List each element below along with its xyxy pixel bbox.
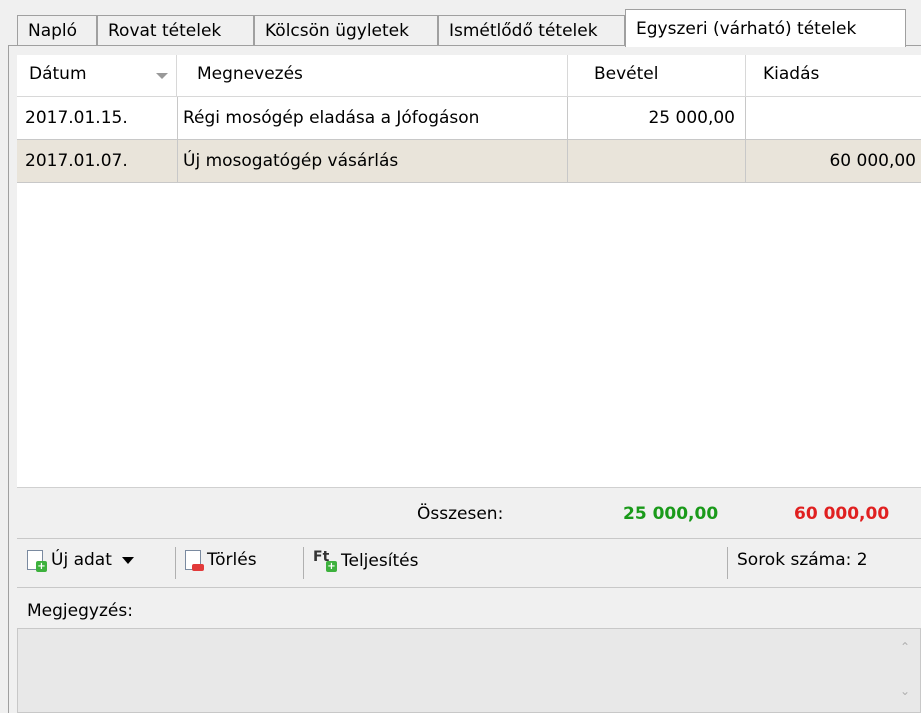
column-header-date[interactable]: Dátum [17,55,177,96]
sort-desc-icon[interactable] [156,73,168,79]
document-delete-icon [185,550,204,571]
cell-income[interactable] [568,140,746,183]
new-item-label: Új adat [51,550,112,570]
toolbar-separator [303,547,304,579]
document-add-icon: + [27,550,47,572]
new-item-button[interactable]: + Új adat [27,550,134,572]
chevron-down-icon[interactable] [121,556,134,564]
row-count-value: 2 [856,550,868,570]
tab-rovat-tetelek[interactable]: Rovat tételek [97,15,254,45]
totals-label: Összesen: [417,504,504,524]
cell-date[interactable]: 2017.01.07. [17,140,178,183]
tab-naplo[interactable]: Napló [17,15,97,45]
column-header-income[interactable]: Bevétel [568,55,746,96]
currency-add-icon: Ft + [313,549,337,572]
toolbar: + Új adat Törlés Ft + Teljesítés Sorok sz… [17,538,921,588]
table-row[interactable]: 2017.01.07. Új mosogatógép vásárlás 60 0… [17,140,921,183]
column-header-date-label: Dátum [29,64,87,84]
toolbar-separator [175,547,176,579]
note-label: Megjegyzés: [27,601,133,621]
scroll-up-icon[interactable]: ⌃ [900,641,912,653]
row-count: Sorok száma: 2 [737,550,868,570]
note-textarea[interactable]: ⌃ ⌄ [17,628,921,713]
cell-expense[interactable] [746,97,921,140]
totals-row: Összesen: 25 000,00 60 000,00 [17,488,921,538]
delete-button[interactable]: Törlés [185,550,257,571]
table-row[interactable]: 2017.01.15. Régi mosógép eladása a Jófog… [17,97,921,140]
cell-expense[interactable]: 60 000,00 [746,140,921,183]
cell-income[interactable]: 25 000,00 [568,97,746,140]
fulfill-button[interactable]: Ft + Teljesítés [313,550,418,572]
delete-label: Törlés [207,550,257,570]
tab-egyszeri-tetelek[interactable]: Egyszeri (várható) tételek [625,9,906,47]
tab-kolcson-ugyletek[interactable]: Kölcsön ügyletek [254,15,438,45]
toolbar-separator [727,547,728,579]
grid-header: Dátum Megnevezés Bevétel Kiadás [17,55,921,97]
items-grid: Dátum Megnevezés Bevétel Kiadás 2017.01.… [17,55,921,487]
row-count-label: Sorok száma: [737,550,852,570]
column-header-name[interactable]: Megnevezés [177,55,568,96]
cell-name[interactable]: Régi mosógép eladása a Jófogáson [178,97,568,140]
scroll-down-icon[interactable]: ⌄ [900,685,912,697]
cell-name[interactable]: Új mosogatógép vásárlás [178,140,568,183]
totals-income: 25 000,00 [623,504,719,524]
tab-ismetlodo-tetelek[interactable]: Ismétlődő tételek [438,15,625,45]
totals-expense: 60 000,00 [794,504,890,524]
tab-bar: Napló Rovat tételek Kölcsön ügyletek Ism… [0,0,921,47]
column-header-expense[interactable]: Kiadás [746,55,921,96]
fulfill-label: Teljesítés [341,551,419,571]
cell-date[interactable]: 2017.01.15. [17,97,178,140]
